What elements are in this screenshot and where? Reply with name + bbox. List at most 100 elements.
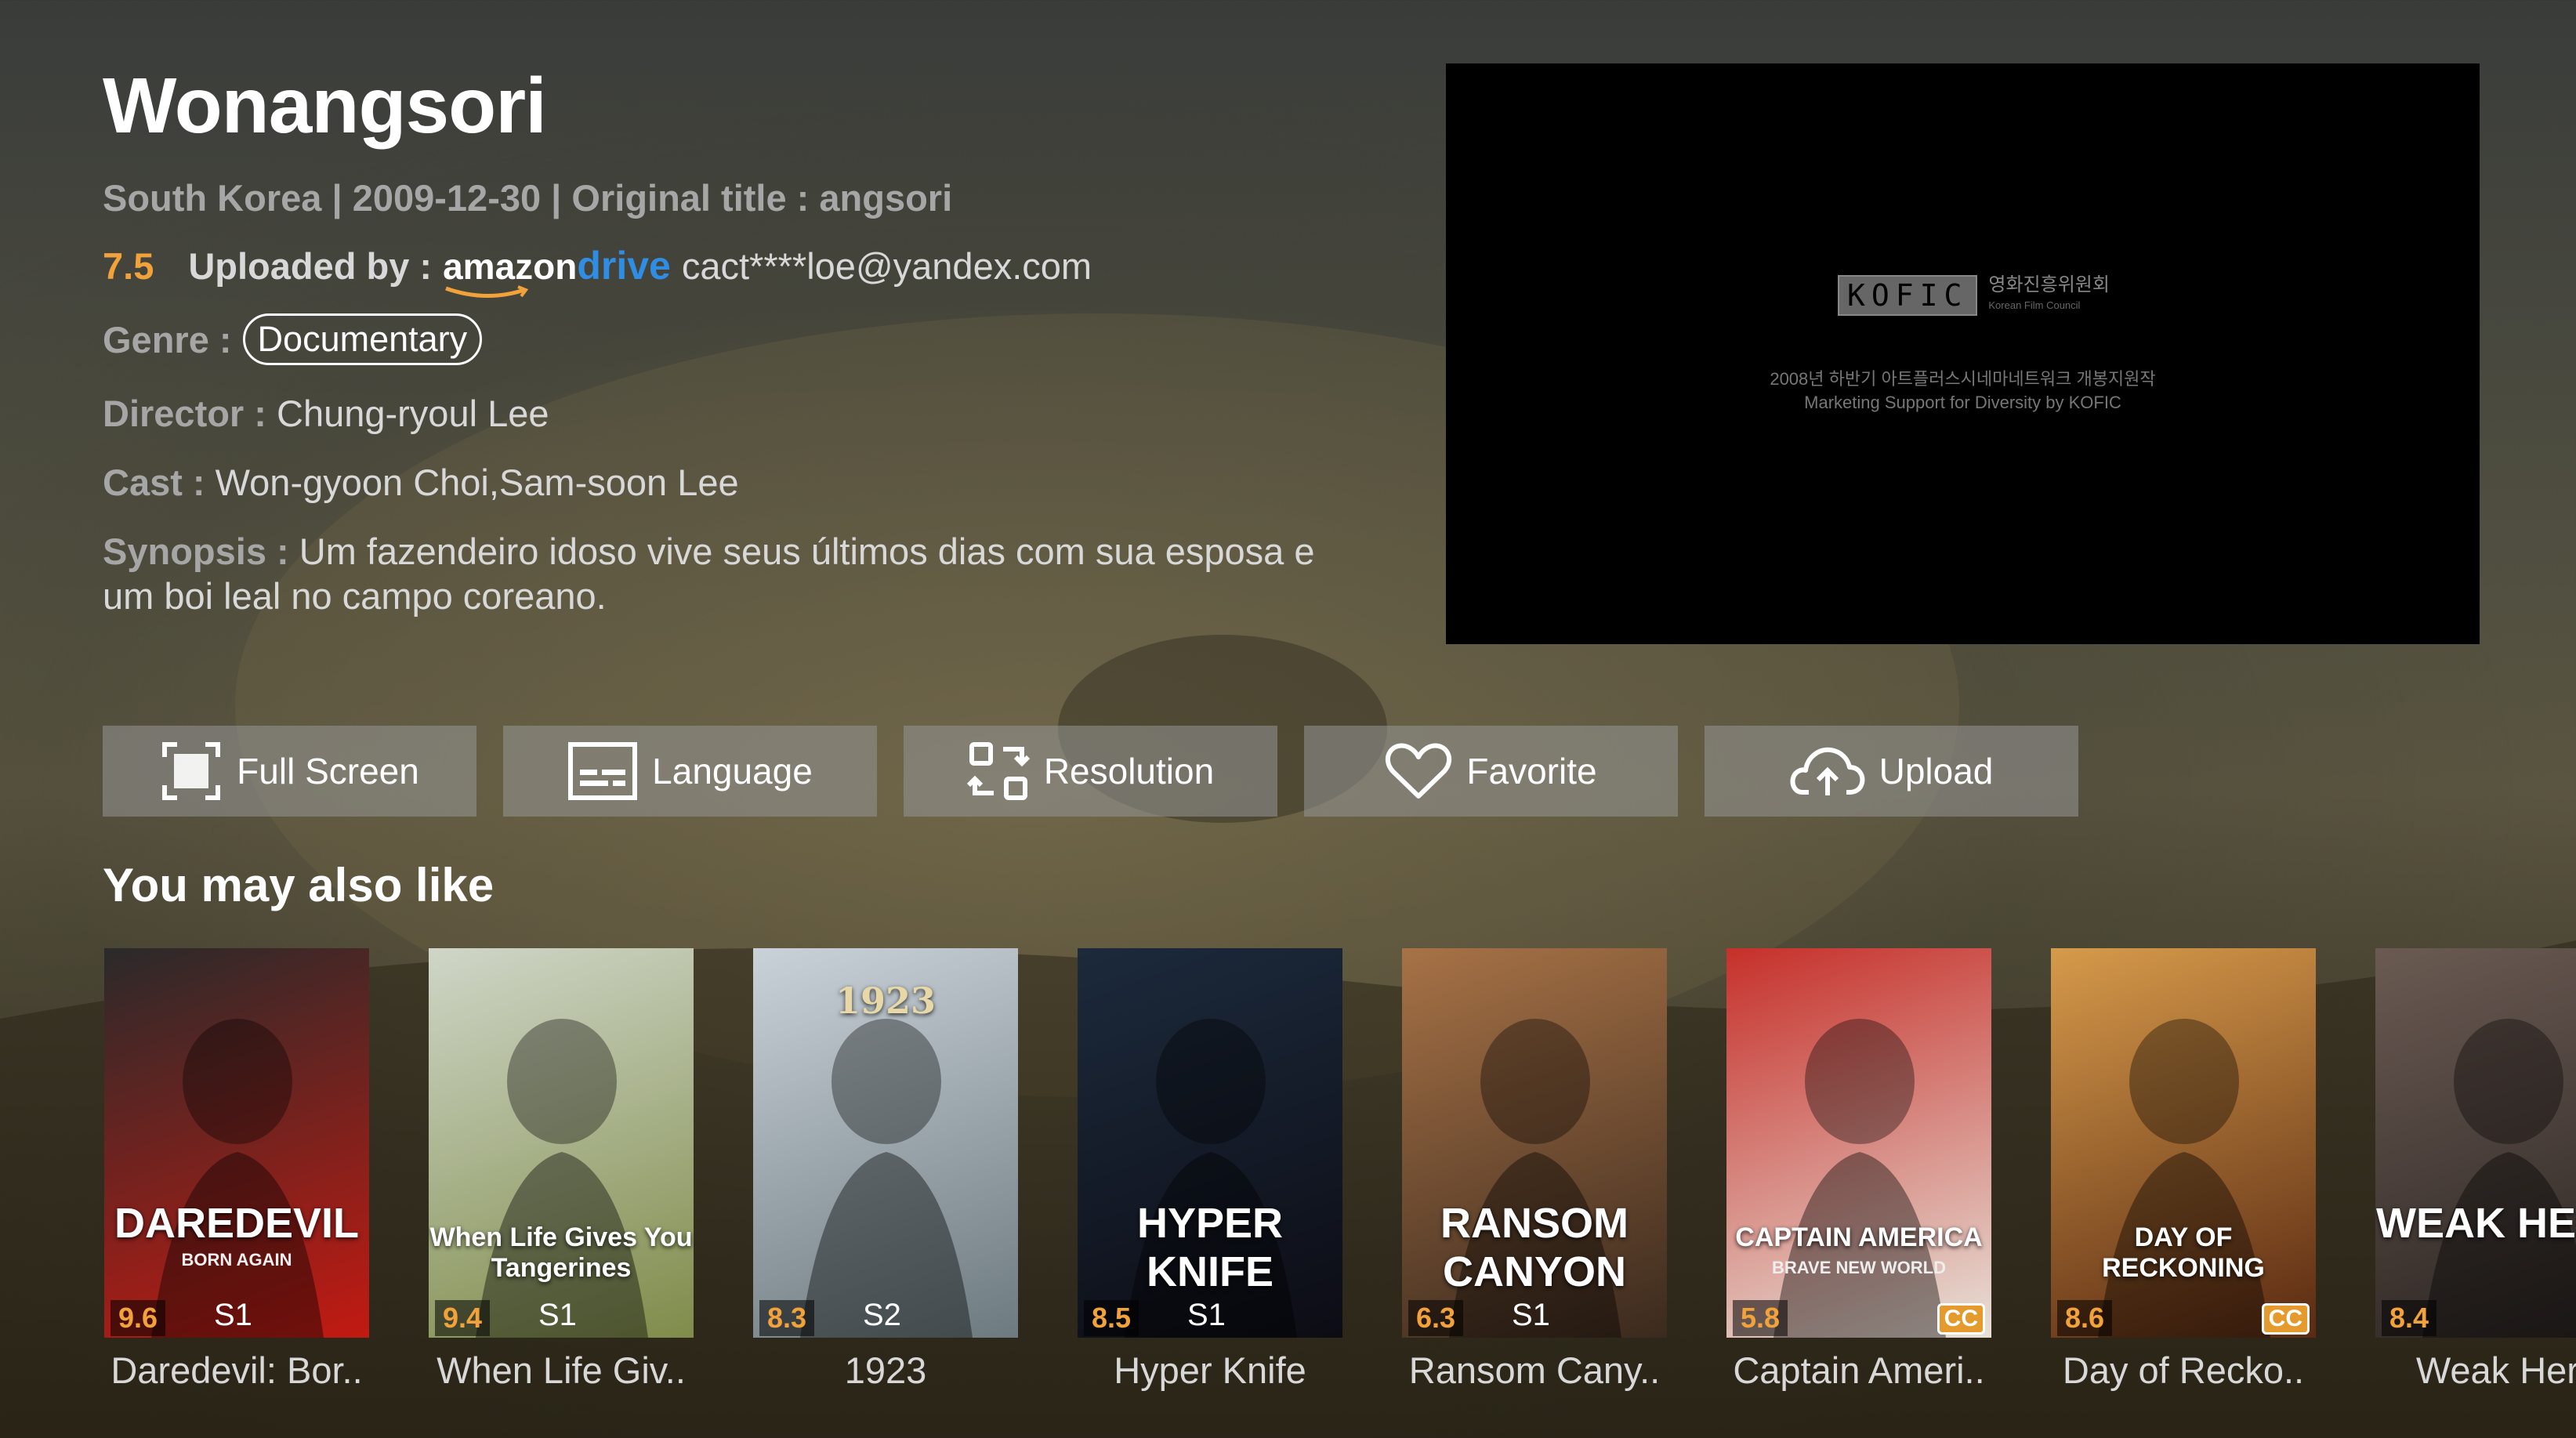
poster-image[interactable]: 1923 8.3 S2 [753,948,1018,1338]
cc-badge: CC [1937,1303,1985,1335]
season-badge: S2 [863,1298,901,1332]
poster-image[interactable]: HYPER KNIFE 8.5 S1 [1078,948,1342,1338]
recommendation-caption: When Life Giv.. [437,1349,686,1391]
uploader-email: cact****loe@yandex.com [681,244,1092,287]
favorite-label: Favorite [1466,751,1597,791]
favorite-button[interactable]: Favorite [1304,726,1678,817]
resolution-icon [966,742,1030,800]
cast-value: Won-gyoon Choi,Sam-soon Lee [215,462,739,503]
director-row: Director : Chung-ryoul Lee [103,392,549,435]
poster-title: DAREDEVIL [114,1200,360,1247]
score-badge: 9.6 [111,1300,166,1336]
recommendation-card[interactable]: DAY OF RECKONING 8.6 CC Day of Recko.. [2051,948,2316,1392]
cc-badge: CC [2261,1303,2310,1335]
score-badge: 8.5 [1084,1300,1139,1336]
amazon-drive-logo: amazondrive [443,243,682,299]
poster-subtitle: BRAVE NEW WORLD [1771,1258,1947,1277]
original-title-label: Original title : [571,177,810,219]
cast-label: Cast : [103,462,205,503]
recommendation-caption: Daredevil: Bor.. [111,1349,363,1391]
amazon-logo-text: amazon [443,246,578,287]
poster-image[interactable]: DAY OF RECKONING 8.6 CC [2051,948,2316,1338]
original-title: angsori [819,177,953,219]
poster-title: When Life Gives You Tangerines [429,1222,693,1283]
full-screen-button[interactable]: Full Screen [103,726,476,817]
recommendation-caption: Day of Recko.. [2062,1349,2305,1391]
score-badge: 8.3 [759,1300,815,1336]
poster-title: WEAK HERO [2376,1200,2576,1247]
poster-image[interactable]: WEAK HERO 8.4 [2375,948,2576,1338]
recommendation-caption: Weak Hero [2415,1349,2576,1391]
fullscreen-icon [162,742,221,800]
recommendation-caption: Ransom Cany.. [1408,1349,1661,1391]
poster-image[interactable]: CAPTAIN AMERICA BRAVE NEW WORLD 5.8 CC [1726,948,1991,1338]
player-caption-1: 2008년 하반기 아트플러스시네마네트워크 개봉지원작 [1770,369,2156,389]
language-label: Language [652,751,813,791]
upload-button[interactable]: Upload [1705,726,2078,817]
drive-logo-text: drive [577,244,671,288]
player-caption-2: Marketing Support for Diversity by KOFIC [1804,393,2121,412]
poster-artwork [1773,1019,1946,1338]
uploaded-by-label: Uploaded by : [188,244,433,287]
genre-label: Genre : [103,318,232,360]
season-badge: S1 [1512,1298,1550,1332]
poster-artwork [151,1019,324,1338]
country: South Korea [103,177,322,219]
rating-upload-row: 7.5 Uploaded by : amazondrive cact****lo… [103,243,1092,299]
recommendation-card[interactable]: WEAK HERO 8.4 Weak Hero [2375,948,2576,1392]
recommendation-card[interactable]: DAREDEVIL BORN AGAIN 9.6 S1 Daredevil: Bor.. [104,948,369,1392]
kofic-english-name: Korean Film Council [1988,299,2081,311]
action-bar: Full Screen Language Resolution Favorite… [103,726,2078,817]
recommendation-card[interactable]: RANSOM CANYON 6.3 S1 Ransom Cany.. [1402,948,1667,1392]
poster-image[interactable]: When Life Gives You Tangerines 9.4 S1 [429,948,694,1338]
poster-subtitle: BORN AGAIN [181,1250,292,1270]
poster-title: DAY OF RECKONING [2102,1222,2265,1283]
poster-image[interactable]: DAREDEVIL BORN AGAIN 9.6 S1 [104,948,369,1338]
poster-title: RANSOM CANYON [1440,1200,1629,1295]
director-value: Chung-ryoul Lee [277,393,549,434]
poster-title: CAPTAIN AMERICA [1735,1222,1983,1252]
full-screen-label: Full Screen [237,751,419,791]
season-badge: S1 [214,1298,252,1332]
recommendation-card[interactable]: CAPTAIN AMERICA BRAVE NEW WORLD 5.8 CC Capta… [1726,948,1991,1392]
recommendation-card[interactable]: When Life Gives You Tangerines 9.4 S1 When … [429,948,694,1392]
season-badge: S1 [1187,1298,1226,1332]
recommendation-card[interactable]: HYPER KNIFE 8.5 S1 Hyper Knife [1078,948,1342,1392]
synopsis-label: Synopsis : [103,531,289,572]
director-label: Director : [103,393,266,434]
recommendation-caption: Captain Ameri.. [1733,1349,1985,1391]
score-badge: 6.3 [1408,1300,1464,1336]
release-date: 2009-12-30 [352,177,542,219]
poster-title: HYPER KNIFE [1136,1200,1284,1295]
rating: 7.5 [103,244,154,287]
recommendation-caption: Hyper Knife [1114,1349,1306,1391]
recommendation-card[interactable]: 1923 8.3 S2 1923 [753,948,1018,1392]
amazon-smile-icon [445,285,529,299]
cast-row: Cast : Won-gyoon Choi,Sam-soon Lee [103,461,739,504]
score-badge: 8.4 [2382,1300,2437,1336]
season-badge: S1 [538,1298,577,1332]
poster-artwork [2422,1019,2576,1338]
genre-row: Genre : Documentary [103,313,483,365]
recommendations-title: You may also like [103,859,495,911]
subtitles-icon [568,742,638,800]
video-player[interactable]: KOFIC 영화진흥위원회 Korean Film Council 2008년 … [1446,63,2480,644]
resolution-button[interactable]: Resolution [904,726,1277,817]
recommendation-caption: 1923 [844,1349,927,1391]
poster-image[interactable]: RANSOM CANYON 6.3 S1 [1402,948,1667,1338]
score-badge: 5.8 [1733,1300,1788,1336]
cloud-upload-icon [1790,747,1864,795]
language-button[interactable]: Language [503,726,877,817]
kofic-logo: KOFIC 영화진흥위원회 Korean Film Council [1838,275,2110,316]
kofic-korean-name: 영화진흥위원회 [1988,274,2110,295]
score-badge: 8.6 [2057,1300,2113,1336]
movie-meta: South Korea | 2009-12-30 | Original titl… [103,177,953,219]
upload-label: Upload [1879,751,1994,791]
genre-chip[interactable]: Documentary [242,313,483,365]
resolution-label: Resolution [1043,751,1215,791]
poster-title: 1923 [835,980,937,1022]
movie-title: Wonangsori [103,62,547,150]
kofic-logo-text: 영화진흥위원회 Korean Film Council [1988,275,2110,316]
kofic-logo-mark: KOFIC [1838,275,1978,316]
heart-icon [1386,743,1452,799]
